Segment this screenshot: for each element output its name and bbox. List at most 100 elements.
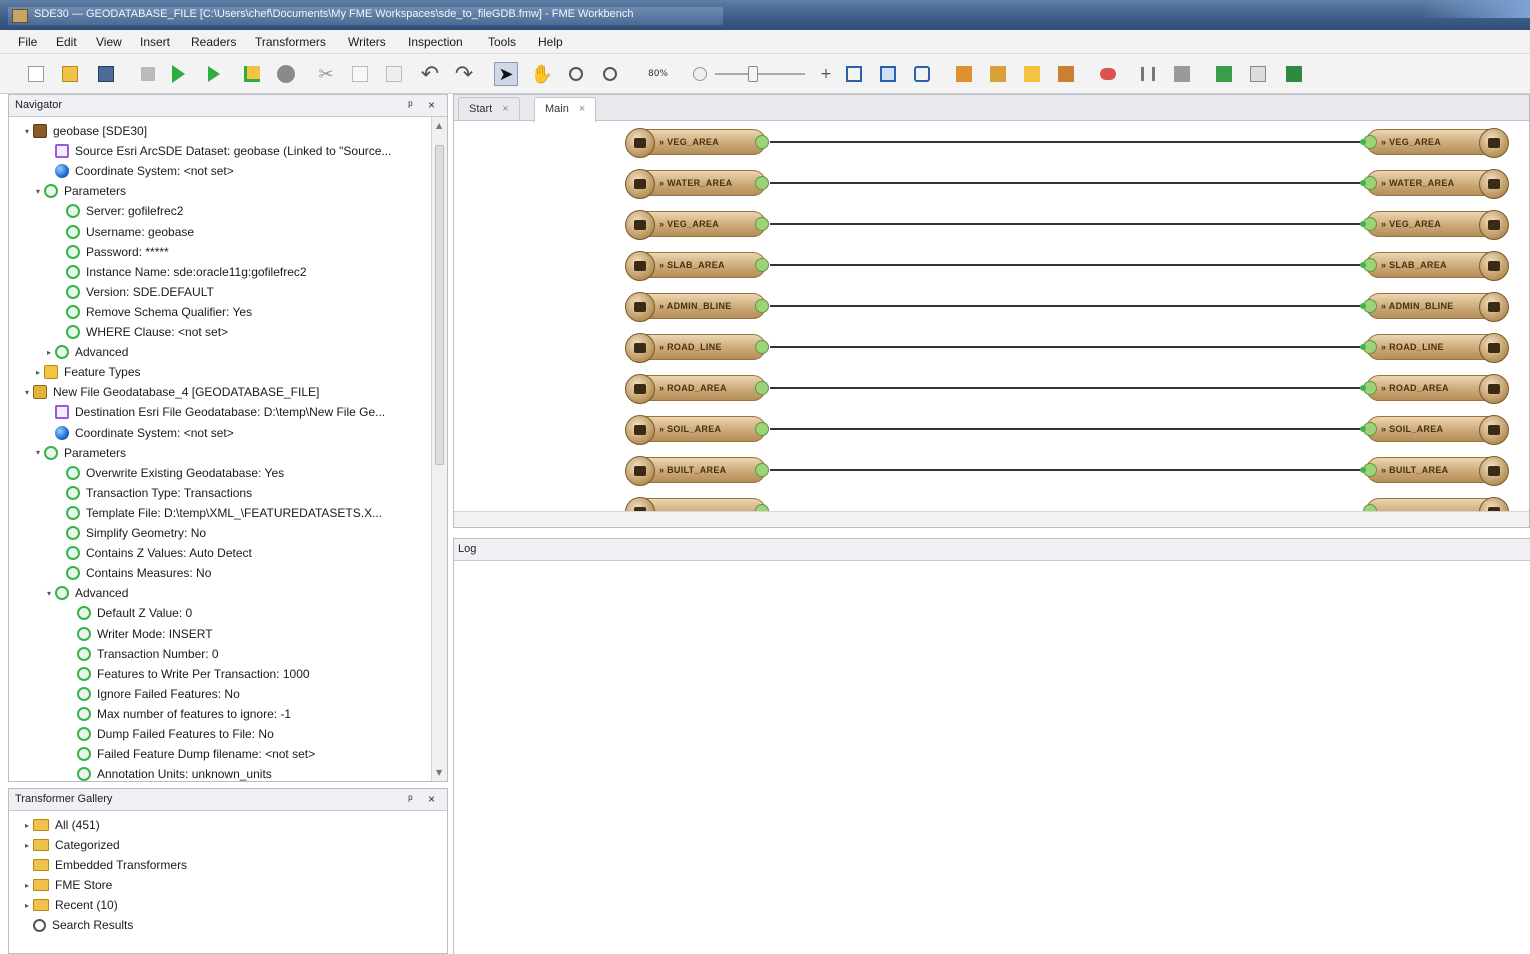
tree-item[interactable]: Destination Esri File Geodatabase: D:\te… xyxy=(43,402,385,422)
tree-item[interactable]: ▸ Advanced xyxy=(43,342,128,362)
tree-item[interactable]: Server: gofilefrec2 xyxy=(54,201,183,221)
destination-feature-type[interactable]: » SLAB_AREA xyxy=(1363,251,1509,281)
tree-item[interactable]: Features to Write Per Transaction: 1000 xyxy=(65,664,310,684)
menu-help[interactable]: Help xyxy=(538,35,563,49)
tree-item[interactable]: Max number of features to ignore: -1 xyxy=(65,704,291,724)
paste-icon[interactable] xyxy=(382,62,406,86)
tree-item[interactable]: Contains Measures: No xyxy=(54,563,211,583)
connection-line[interactable] xyxy=(770,223,1362,225)
scroll-up-icon[interactable]: ▲ xyxy=(436,121,442,130)
undo-icon[interactable]: ↶ xyxy=(418,62,442,87)
menu-edit[interactable]: Edit xyxy=(56,35,77,49)
tree-item[interactable]: Ignore Failed Features: No xyxy=(65,684,240,704)
zoom-out-icon[interactable] xyxy=(598,62,622,86)
zoom-slider-thumb[interactable] xyxy=(748,66,758,82)
connection-line[interactable] xyxy=(770,182,1362,184)
menu-view[interactable]: View xyxy=(96,35,122,49)
destination-feature-type[interactable]: » ADMIN_BLINE xyxy=(1363,292,1509,322)
output-port-icon[interactable] xyxy=(755,176,769,190)
output-port-icon[interactable] xyxy=(755,258,769,272)
tree-item[interactable]: Password: ***** xyxy=(54,242,169,262)
gallery-item[interactable]: ▸ Categorized xyxy=(21,835,120,855)
destination-feature-type[interactable]: » VEG_AREA xyxy=(1363,210,1509,240)
expand-toggle-icon[interactable]: ▸ xyxy=(21,881,33,890)
tree-item[interactable]: ▾ New File Geodatabase_4 [GEODATABASE_FIL… xyxy=(21,382,319,402)
destination-feature-type[interactable]: » VEG_AREA xyxy=(1363,128,1509,158)
tree-item[interactable]: Version: SDE.DEFAULT xyxy=(54,282,214,302)
output-port-icon[interactable] xyxy=(755,463,769,477)
connection-line[interactable] xyxy=(770,387,1362,389)
copy-icon[interactable] xyxy=(348,62,372,86)
distribute-icon[interactable] xyxy=(1170,62,1194,86)
connect-icon[interactable] xyxy=(1096,62,1120,86)
gallery-item[interactable]: ▸ Recent (10) xyxy=(21,895,118,915)
menu-readers[interactable]: Readers xyxy=(191,35,236,49)
output-port-icon[interactable] xyxy=(755,422,769,436)
input-port-icon[interactable] xyxy=(1363,504,1377,511)
tree-item[interactable]: Contains Z Values: Auto Detect xyxy=(54,543,252,563)
table-icon[interactable] xyxy=(1246,62,1270,86)
source-feature-type[interactable]: » ROAD_AREA xyxy=(625,374,769,404)
connection-line[interactable] xyxy=(770,141,1362,143)
tree-item[interactable]: ▾ Parameters xyxy=(32,181,126,201)
close-icon[interactable]: × xyxy=(502,103,508,115)
source-feature-type[interactable]: » VEG_AREA xyxy=(625,128,769,158)
expand-toggle-icon[interactable]: ▾ xyxy=(21,127,33,136)
menu-transformers[interactable]: Transformers xyxy=(255,35,326,49)
source-feature-type[interactable]: » SLAB_AREA xyxy=(625,251,769,281)
tree-item[interactable]: ▸ Feature Types xyxy=(32,362,141,382)
refresh-icon[interactable] xyxy=(910,62,934,86)
tree-item[interactable]: Overwrite Existing Geodatabase: Yes xyxy=(54,463,284,483)
open-icon[interactable] xyxy=(58,62,82,86)
tree-item[interactable]: Source Esri ArcSDE Dataset: geobase (Lin… xyxy=(43,141,391,161)
source-feature-type[interactable]: » WATER_AREA xyxy=(625,169,769,199)
stop-icon[interactable] xyxy=(136,62,160,86)
tree-item[interactable]: Dump Failed Features to File: No xyxy=(65,724,274,744)
connection-line[interactable] xyxy=(770,264,1362,266)
run-to-icon[interactable] xyxy=(202,62,226,86)
output-port-icon[interactable] xyxy=(755,217,769,231)
destination-feature-type[interactable]: » ROAD_LINE xyxy=(1363,333,1509,363)
navigator-scrollbar[interactable]: ▲ ▼ xyxy=(431,117,447,781)
close-icon[interactable]: × xyxy=(579,103,585,115)
menu-insert[interactable]: Insert xyxy=(140,35,170,49)
connection-line[interactable] xyxy=(770,346,1362,348)
pan-icon[interactable]: ✋ xyxy=(530,62,554,86)
connection-line[interactable] xyxy=(770,469,1362,471)
tree-item[interactable]: Instance Name: sde:oracle11g:gofilefrec2 xyxy=(54,262,307,282)
tree-item[interactable]: ▾ geobase [SDE30] xyxy=(21,121,147,141)
inspect-icon[interactable] xyxy=(240,62,264,86)
record-icon[interactable] xyxy=(274,62,298,86)
connection-line[interactable] xyxy=(770,428,1362,430)
tree-item[interactable]: Failed Feature Dump filename: <not set> xyxy=(65,744,315,764)
source-feature-type[interactable]: » BUILT_AREA xyxy=(625,456,769,486)
navigator-controls[interactable]: ᵖ × xyxy=(408,98,441,112)
output-port-icon[interactable] xyxy=(755,381,769,395)
zoom-selection-icon[interactable] xyxy=(876,62,900,86)
output-port-icon[interactable] xyxy=(755,299,769,313)
expand-toggle-icon[interactable]: ▸ xyxy=(43,348,55,357)
zoom-in-icon[interactable] xyxy=(564,62,588,86)
bookmark-icon[interactable] xyxy=(1282,62,1306,86)
add-transformer-icon[interactable] xyxy=(1054,62,1078,86)
expand-toggle-icon[interactable]: ▸ xyxy=(32,368,44,377)
zoom-minus-icon[interactable] xyxy=(688,62,712,86)
select-icon[interactable]: ➤ xyxy=(494,62,518,86)
tree-item[interactable]: Simplify Geometry: No xyxy=(54,523,206,543)
source-feature-type[interactable]: » SOIL_AREA xyxy=(625,415,769,445)
output-port-icon[interactable] xyxy=(755,340,769,354)
group-icon[interactable] xyxy=(1212,62,1236,86)
tree-item[interactable]: ▾ Parameters xyxy=(32,443,126,463)
scroll-thumb[interactable] xyxy=(435,145,444,465)
expand-toggle-icon[interactable]: ▾ xyxy=(32,448,44,457)
scroll-down-icon[interactable]: ▼ xyxy=(436,768,442,777)
zoom-plus-icon[interactable]: + xyxy=(814,62,838,86)
zoom-slider[interactable] xyxy=(712,62,808,86)
tab-main[interactable]: Main × xyxy=(534,97,597,122)
destination-feature-type[interactable]: » WATER_AREA xyxy=(1363,169,1509,199)
align-icon[interactable] xyxy=(1136,62,1160,86)
tree-item[interactable]: Default Z Value: 0 xyxy=(65,603,192,623)
expand-toggle-icon[interactable]: ▾ xyxy=(43,589,55,598)
tree-item[interactable]: ▾ Advanced xyxy=(43,583,128,603)
gallery-item[interactable]: ▸ FME Store xyxy=(21,875,112,895)
